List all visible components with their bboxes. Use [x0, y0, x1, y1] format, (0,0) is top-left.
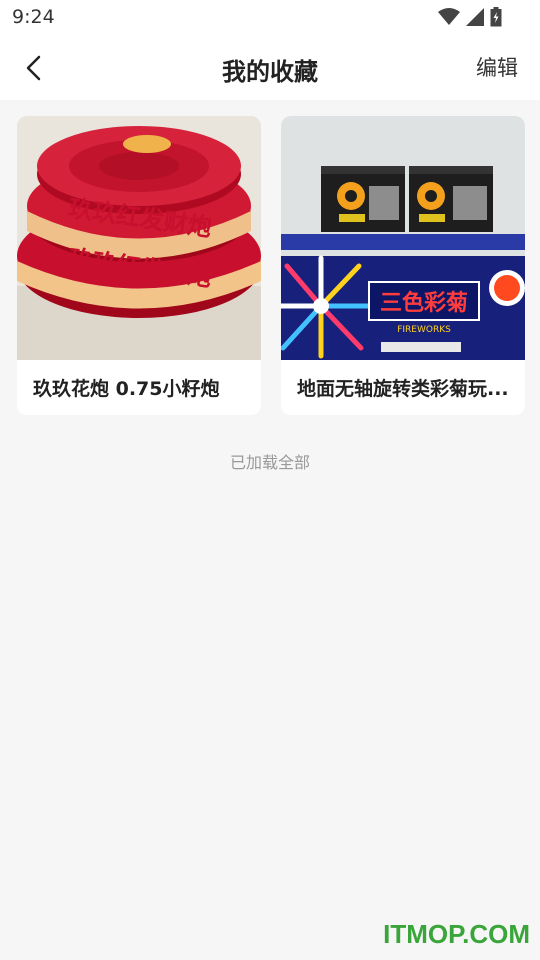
product-card-1[interactable]: 玖玖红发财炮 玖玖红发财炮 玖玖花炮 0.75小籽炮	[17, 116, 261, 415]
edit-button[interactable]: 编辑	[476, 52, 518, 82]
status-time: 9:24	[12, 6, 55, 28]
watermark-text: ITMOP.COM	[383, 919, 530, 949]
product-image-fireworks-box[interactable]: 三色彩菊 FIREWORKS	[281, 116, 525, 360]
image-box-subtitle: FIREWORKS	[397, 325, 451, 335]
status-bar: 9:24	[0, 0, 540, 36]
cell-signal-icon	[466, 8, 484, 30]
load-complete-text: 已加载全部	[229, 453, 310, 472]
product-image-firecracker-coil[interactable]: 玖玖红发财炮 玖玖红发财炮	[17, 116, 261, 360]
page-title: 我的收藏	[222, 58, 318, 86]
battery-icon	[490, 7, 502, 31]
product-title[interactable]: 玖玖花炮 0.75小籽炮	[33, 374, 249, 401]
product-card-2[interactable]: 三色彩菊 FIREWORKS 地面无轴旋转类彩菊玩...	[281, 116, 525, 415]
product-title[interactable]: 地面无轴旋转类彩菊玩...	[297, 374, 513, 401]
nav-bar: 我的收藏 编辑	[0, 36, 540, 100]
status-icons	[438, 7, 502, 31]
wifi-icon	[438, 8, 460, 30]
image-box-title: 三色彩菊	[380, 290, 468, 316]
